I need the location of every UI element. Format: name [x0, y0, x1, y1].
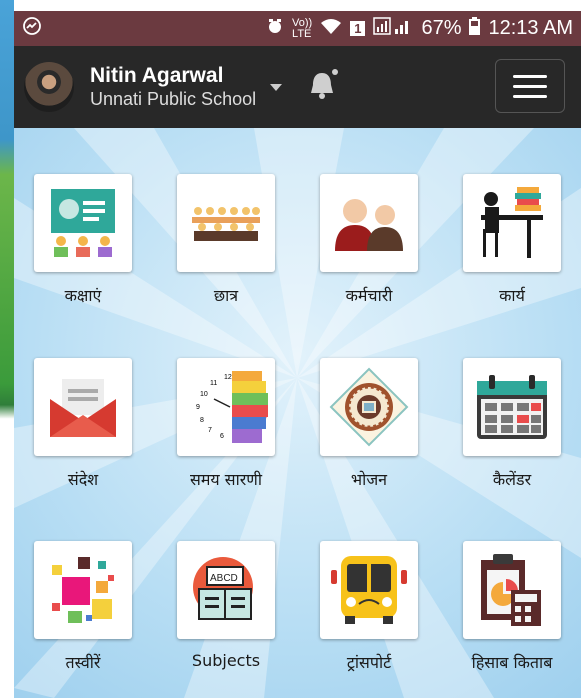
tile-label: हिसाब किताब — [471, 653, 553, 672]
staff-icon — [335, 199, 403, 251]
book-icon: ABCD — [193, 557, 253, 620]
user-name: Nitin Agarwal — [90, 64, 224, 87]
tile-box[interactable] — [34, 358, 132, 456]
calendar-icon — [477, 375, 547, 439]
svg-text:8: 8 — [200, 417, 204, 424]
svg-text:11: 11 — [210, 380, 217, 387]
tile-label: कार्य — [499, 286, 525, 305]
tile-messages[interactable]: संदेश — [34, 358, 132, 490]
svg-text:9: 9 — [196, 404, 200, 411]
battery-icon — [469, 16, 481, 41]
svg-text:7: 7 — [208, 427, 212, 434]
tile-label: ट्रांसपोर्ट — [346, 653, 392, 672]
menu-bar — [513, 94, 547, 98]
tile-label: समय सारणी — [190, 470, 262, 489]
school-name: Unnati Public School — [90, 89, 257, 109]
tile-box[interactable] — [463, 358, 561, 456]
tasks-icon — [481, 187, 543, 258]
tile-classes[interactable]: कक्षाएं — [34, 174, 132, 306]
tile-timetable[interactable]: 12 11 10 9 8 7 6 समय सारणी — [177, 358, 275, 490]
tile-photos[interactable]: तस्वीरें — [34, 541, 132, 673]
tile-label: संदेश — [67, 470, 99, 489]
tile-staff[interactable]: कर्मचारी — [320, 174, 418, 306]
tile-box[interactable] — [320, 358, 418, 456]
tile-label: तस्वीरें — [65, 653, 101, 672]
tile-label: कक्षाएं — [64, 286, 102, 305]
volte-indicator: Vo)) LTE — [292, 16, 313, 40]
svg-text:12: 12 — [224, 374, 232, 381]
sim-badge: 1 — [350, 21, 366, 36]
tile-box[interactable] — [34, 174, 132, 272]
tile-label: कर्मचारी — [345, 286, 393, 305]
accounts-icon — [481, 554, 541, 626]
tile-label: छात्र — [213, 286, 239, 305]
chevron-down-icon[interactable] — [270, 83, 283, 91]
tile-label: भोजन — [350, 470, 388, 489]
tile-subjects[interactable]: ABCD Subjects — [177, 541, 275, 670]
envelope-icon — [50, 379, 116, 437]
tile-meals[interactable]: भोजन — [320, 358, 418, 490]
tile-transport[interactable]: ट्रांसपोर्ट — [320, 541, 418, 673]
clock-time: 12:13 AM — [488, 17, 573, 39]
hamburger-menu-button[interactable] — [495, 59, 565, 113]
alarm-icon — [266, 17, 284, 41]
tile-box[interactable] — [320, 174, 418, 272]
tile-label: Subjects — [191, 651, 261, 670]
svg-text:6: 6 — [220, 433, 224, 440]
meal-icon — [329, 367, 409, 447]
svg-text:ABCD: ABCD — [210, 573, 238, 584]
wifi-icon — [320, 17, 342, 41]
app-header: Nitin Agarwal Unnati Public School — [14, 46, 581, 128]
background-app-edge — [0, 0, 14, 698]
tile-box[interactable]: 12 11 10 9 8 7 6 — [177, 358, 275, 456]
signal-icon — [373, 16, 413, 41]
tile-calendar[interactable]: कैलेंडर — [463, 358, 561, 490]
avatar[interactable] — [24, 62, 74, 112]
notification-bell-icon[interactable] — [302, 65, 342, 109]
menu-bar — [513, 84, 547, 88]
tile-box[interactable] — [34, 541, 132, 639]
students-icon — [192, 207, 260, 241]
user-info[interactable]: Nitin Agarwal Unnati Public School — [90, 64, 256, 110]
menu-bar — [513, 74, 547, 78]
classroom-icon — [51, 189, 115, 257]
tile-box[interactable] — [463, 174, 561, 272]
tile-box[interactable] — [320, 541, 418, 639]
tile-label: कैलेंडर — [492, 470, 532, 489]
dashboard-content: कक्षाएं छात्र कर्मचारी कार्य संदेश 12 11… — [14, 128, 581, 698]
photos-icon — [52, 557, 114, 623]
tile-students[interactable]: छात्र — [177, 174, 275, 306]
tile-accounts[interactable]: हिसाब किताब — [463, 541, 561, 673]
activity-icon — [22, 16, 42, 41]
bus-icon — [331, 556, 407, 624]
tile-box[interactable]: ABCD — [177, 541, 275, 639]
tile-box[interactable] — [463, 541, 561, 639]
status-bar: Vo)) LTE 1 67% 12:13 AM — [14, 11, 581, 46]
clock-timetable-icon: 12 11 10 9 8 7 6 — [196, 371, 268, 443]
battery-percent: 67% — [421, 17, 462, 39]
tile-tasks[interactable]: कार्य — [463, 174, 561, 306]
top-edge — [14, 0, 581, 11]
tile-box[interactable] — [177, 174, 275, 272]
svg-text:10: 10 — [200, 391, 208, 398]
